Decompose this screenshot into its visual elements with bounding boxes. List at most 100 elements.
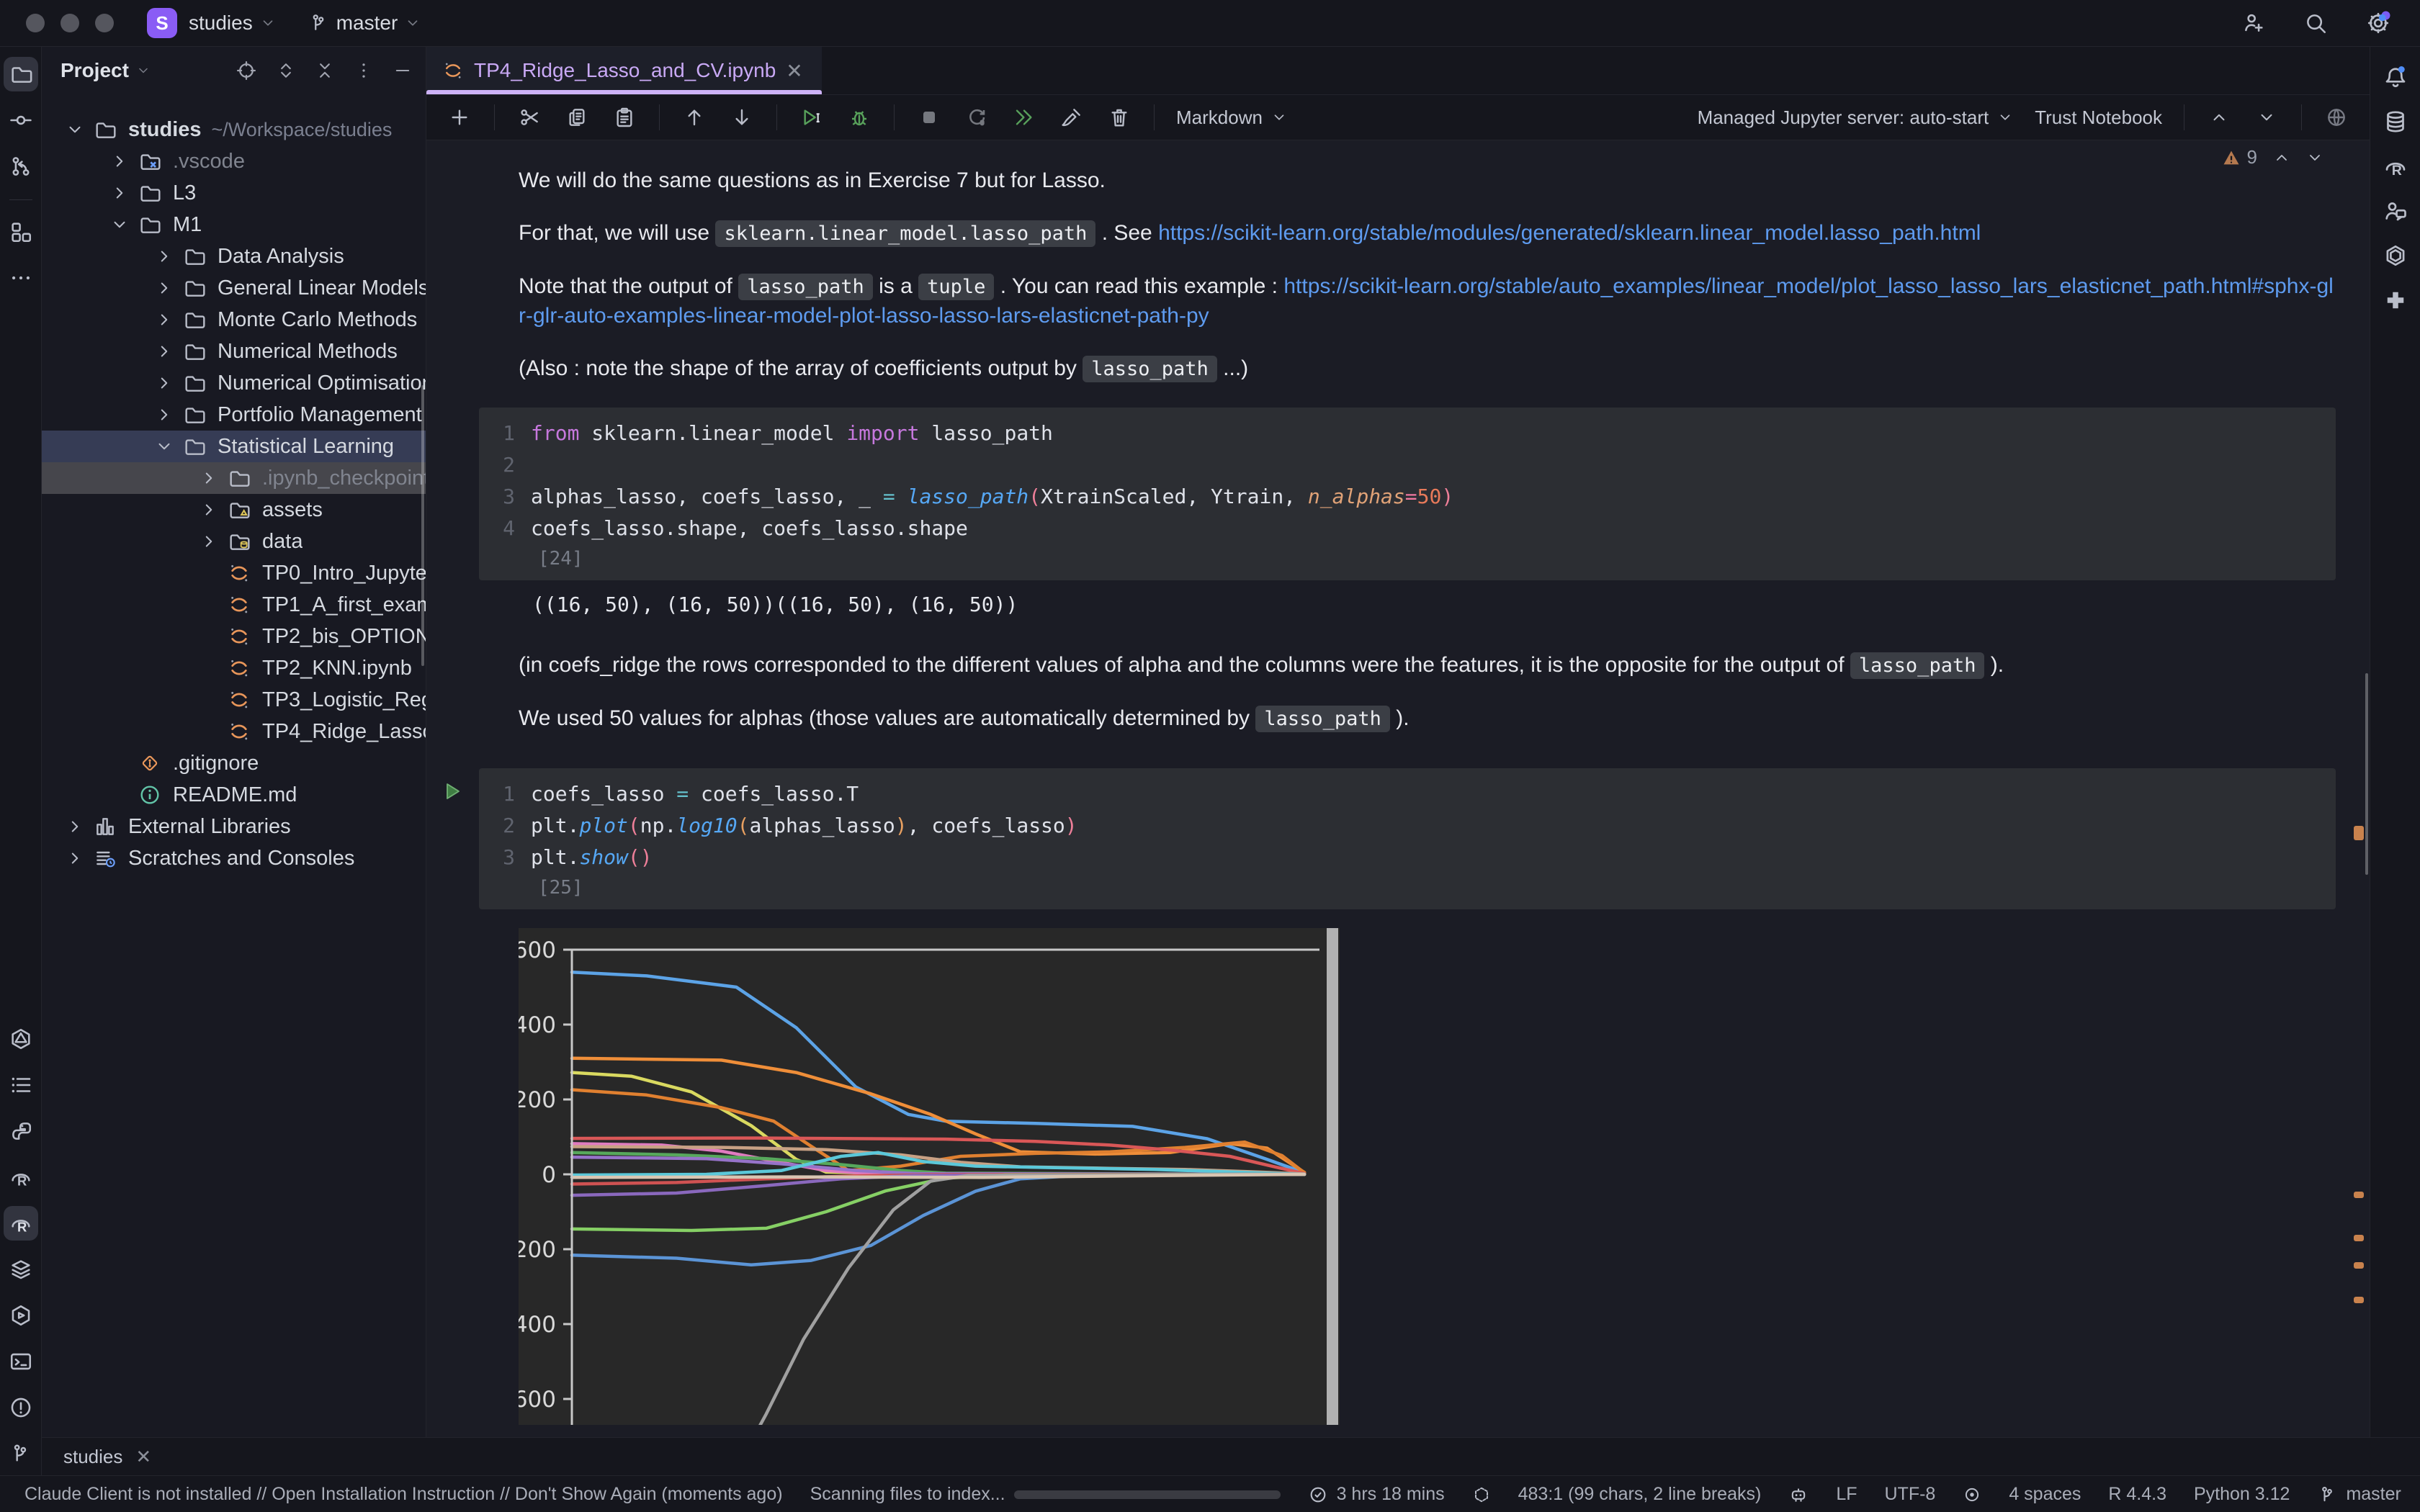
tool-window-tab-studies[interactable]: studies bbox=[63, 1446, 122, 1468]
collapse-all-icon[interactable] bbox=[315, 60, 335, 81]
git-graph-icon[interactable] bbox=[4, 149, 38, 184]
r-packages-tool-icon[interactable]: R bbox=[2378, 149, 2413, 184]
chevron-right-icon[interactable] bbox=[148, 244, 180, 269]
vcs-branch-widget[interactable]: master bbox=[308, 12, 421, 35]
database-tool-icon[interactable] bbox=[2378, 104, 2413, 139]
tree-item-tp0-intro-jupyter-python-ipynb[interactable]: TP0_Intro_Jupyter_Python.ipynb bbox=[42, 557, 426, 589]
more-tools-icon[interactable] bbox=[4, 261, 38, 295]
tree-item-monte-carlo-methods[interactable]: Monte Carlo Methods bbox=[42, 304, 426, 336]
notebook-editor[interactable]: We will do the same questions as in Exer… bbox=[426, 140, 2370, 1437]
chevron-right-icon[interactable] bbox=[148, 307, 180, 332]
tree-item-tp2-knn-ipynb[interactable]: TP2_KNN.ipynb bbox=[42, 652, 426, 684]
search-icon[interactable] bbox=[2303, 11, 2328, 35]
kebab-menu-icon[interactable] bbox=[354, 60, 374, 81]
problems-tool-icon[interactable] bbox=[4, 1390, 38, 1425]
tree-item-l3[interactable]: L3 bbox=[42, 177, 426, 209]
tree-item-scratches-and-consoles[interactable]: Scratches and Consoles bbox=[42, 842, 426, 874]
run-cell-gutter-icon[interactable] bbox=[442, 780, 465, 803]
todo-tool-icon[interactable] bbox=[4, 1068, 38, 1102]
stop-kernel-icon[interactable] bbox=[916, 104, 942, 130]
locate-file-icon[interactable] bbox=[236, 60, 257, 81]
error-stripe-mark[interactable] bbox=[2354, 1297, 2364, 1303]
run-all-cells-icon[interactable] bbox=[1011, 104, 1037, 130]
tree-item-portfolio-management[interactable]: Portfolio Management bbox=[42, 399, 426, 431]
kernel-widget[interactable] bbox=[1472, 1485, 1491, 1504]
add-cell-icon[interactable] bbox=[447, 104, 472, 130]
restart-kernel-icon[interactable] bbox=[964, 104, 990, 130]
window-close-button[interactable] bbox=[26, 14, 45, 32]
hyperlink[interactable]: https://scikit-learn.org/stable/modules/… bbox=[1158, 221, 1981, 245]
jupyter-server-dropdown[interactable]: Managed Jupyter server: auto-start bbox=[1698, 107, 2014, 129]
caret-position[interactable]: 483:1 (99 chars, 2 line breaks) bbox=[1518, 1484, 1762, 1505]
code-cell[interactable]: 1from sklearn.linear_model import lasso_… bbox=[479, 408, 2336, 580]
file-encoding[interactable]: UTF-8 bbox=[1885, 1484, 1936, 1505]
ai-robot-icon[interactable] bbox=[1788, 1485, 1809, 1505]
chevron-right-icon[interactable] bbox=[59, 814, 91, 839]
r-tool-icon-selected[interactable]: R bbox=[4, 1206, 38, 1241]
plugin-cross-tool-icon[interactable] bbox=[2378, 283, 2413, 318]
paste-cell-icon[interactable] bbox=[611, 104, 637, 130]
python-interpreter[interactable]: Python 3.12 bbox=[2194, 1484, 2290, 1505]
settings-gear-icon[interactable] bbox=[2365, 10, 2391, 36]
error-stripe-mark[interactable] bbox=[2354, 1262, 2364, 1269]
inspections-widget[interactable]: 9 bbox=[2221, 146, 2323, 168]
services-tool-icon[interactable] bbox=[4, 1298, 38, 1333]
debug-cell-icon[interactable] bbox=[846, 104, 872, 130]
tree-item--vscode[interactable]: .vscode bbox=[42, 145, 426, 177]
chevron-right-icon[interactable] bbox=[148, 276, 180, 300]
trust-notebook-button[interactable]: Trust Notebook bbox=[2035, 107, 2162, 129]
tree-item-numerical-methods[interactable]: Numerical Methods bbox=[42, 336, 426, 367]
cell-type-dropdown[interactable]: Markdown bbox=[1176, 107, 1287, 129]
highlight-level-icon[interactable] bbox=[1963, 1485, 1981, 1504]
chevron-right-icon[interactable] bbox=[104, 181, 135, 205]
git-branch-widget[interactable]: master bbox=[2317, 1484, 2401, 1505]
chevron-right-icon[interactable] bbox=[104, 149, 135, 174]
delete-cell-icon[interactable] bbox=[1106, 104, 1132, 130]
cut-cell-icon[interactable] bbox=[516, 104, 542, 130]
tree-item-statistical-learning[interactable]: Statistical Learning bbox=[42, 431, 426, 462]
structure-tool-icon[interactable] bbox=[4, 215, 38, 249]
tree-item-general-linear-models[interactable]: General Linear Models bbox=[42, 272, 426, 304]
chevron-down-icon[interactable] bbox=[136, 63, 151, 78]
close-icon[interactable]: ✕ bbox=[135, 1446, 151, 1468]
error-stripe-mark[interactable] bbox=[2354, 1235, 2364, 1241]
tree-item-data[interactable]: data bbox=[42, 526, 426, 557]
chevron-down-icon[interactable] bbox=[59, 117, 91, 142]
notifications-bell-icon[interactable] bbox=[2378, 60, 2413, 94]
close-icon[interactable]: ✕ bbox=[786, 59, 802, 83]
tree-item-tp3-logistic-regression-an[interactable]: TP3_Logistic_Regression_an bbox=[42, 684, 426, 716]
project-switcher[interactable]: studies bbox=[189, 12, 276, 35]
next-warning-icon[interactable] bbox=[2306, 149, 2323, 166]
error-stripe-mark[interactable] bbox=[2354, 826, 2364, 840]
error-stripe-mark[interactable] bbox=[2354, 1192, 2364, 1198]
expand-all-icon[interactable] bbox=[276, 60, 296, 81]
chevron-down-icon[interactable] bbox=[148, 434, 180, 459]
uptime-widget[interactable]: 3 hrs 18 mins bbox=[1308, 1484, 1445, 1505]
next-cell-icon[interactable] bbox=[2254, 104, 2280, 130]
prev-cell-icon[interactable] bbox=[2206, 104, 2232, 130]
run-cell-icon[interactable] bbox=[799, 104, 825, 130]
chevron-right-icon[interactable] bbox=[193, 466, 225, 490]
prev-warning-icon[interactable] bbox=[2273, 149, 2290, 166]
move-cell-up-icon[interactable] bbox=[681, 104, 707, 130]
tree-item-numerical-optimisation[interactable]: Numerical Optimisation bbox=[42, 367, 426, 399]
tree-item-assets[interactable]: assets bbox=[42, 494, 426, 526]
chevron-right-icon[interactable] bbox=[148, 371, 180, 395]
chevron-right-icon[interactable] bbox=[148, 339, 180, 364]
r-interpreter[interactable]: R 4.4.3 bbox=[2108, 1484, 2166, 1505]
terminal-tool-icon[interactable] bbox=[4, 1344, 38, 1379]
tab-notebook[interactable]: TP4_Ridge_Lasso_and_CV.ipynb ✕ bbox=[426, 47, 822, 94]
copy-cell-icon[interactable] bbox=[564, 104, 590, 130]
window-minimize-button[interactable] bbox=[60, 14, 79, 32]
clear-outputs-icon[interactable] bbox=[1059, 104, 1085, 130]
move-cell-down-icon[interactable] bbox=[729, 104, 755, 130]
layers-tool-icon[interactable] bbox=[4, 1252, 38, 1287]
chevron-right-icon[interactable] bbox=[59, 846, 91, 870]
project-tool-icon[interactable] bbox=[4, 57, 38, 91]
tree-item-tp1-a-first-example-ipynb[interactable]: TP1_A_first_example.ipynb bbox=[42, 589, 426, 621]
chevron-down-icon[interactable] bbox=[104, 212, 135, 237]
r-console-tool-icon[interactable]: R bbox=[4, 1160, 38, 1194]
ai-assistant-tool-icon[interactable] bbox=[2378, 194, 2413, 228]
chevron-right-icon[interactable] bbox=[148, 402, 180, 427]
graphql-tool-icon[interactable] bbox=[4, 1022, 38, 1056]
